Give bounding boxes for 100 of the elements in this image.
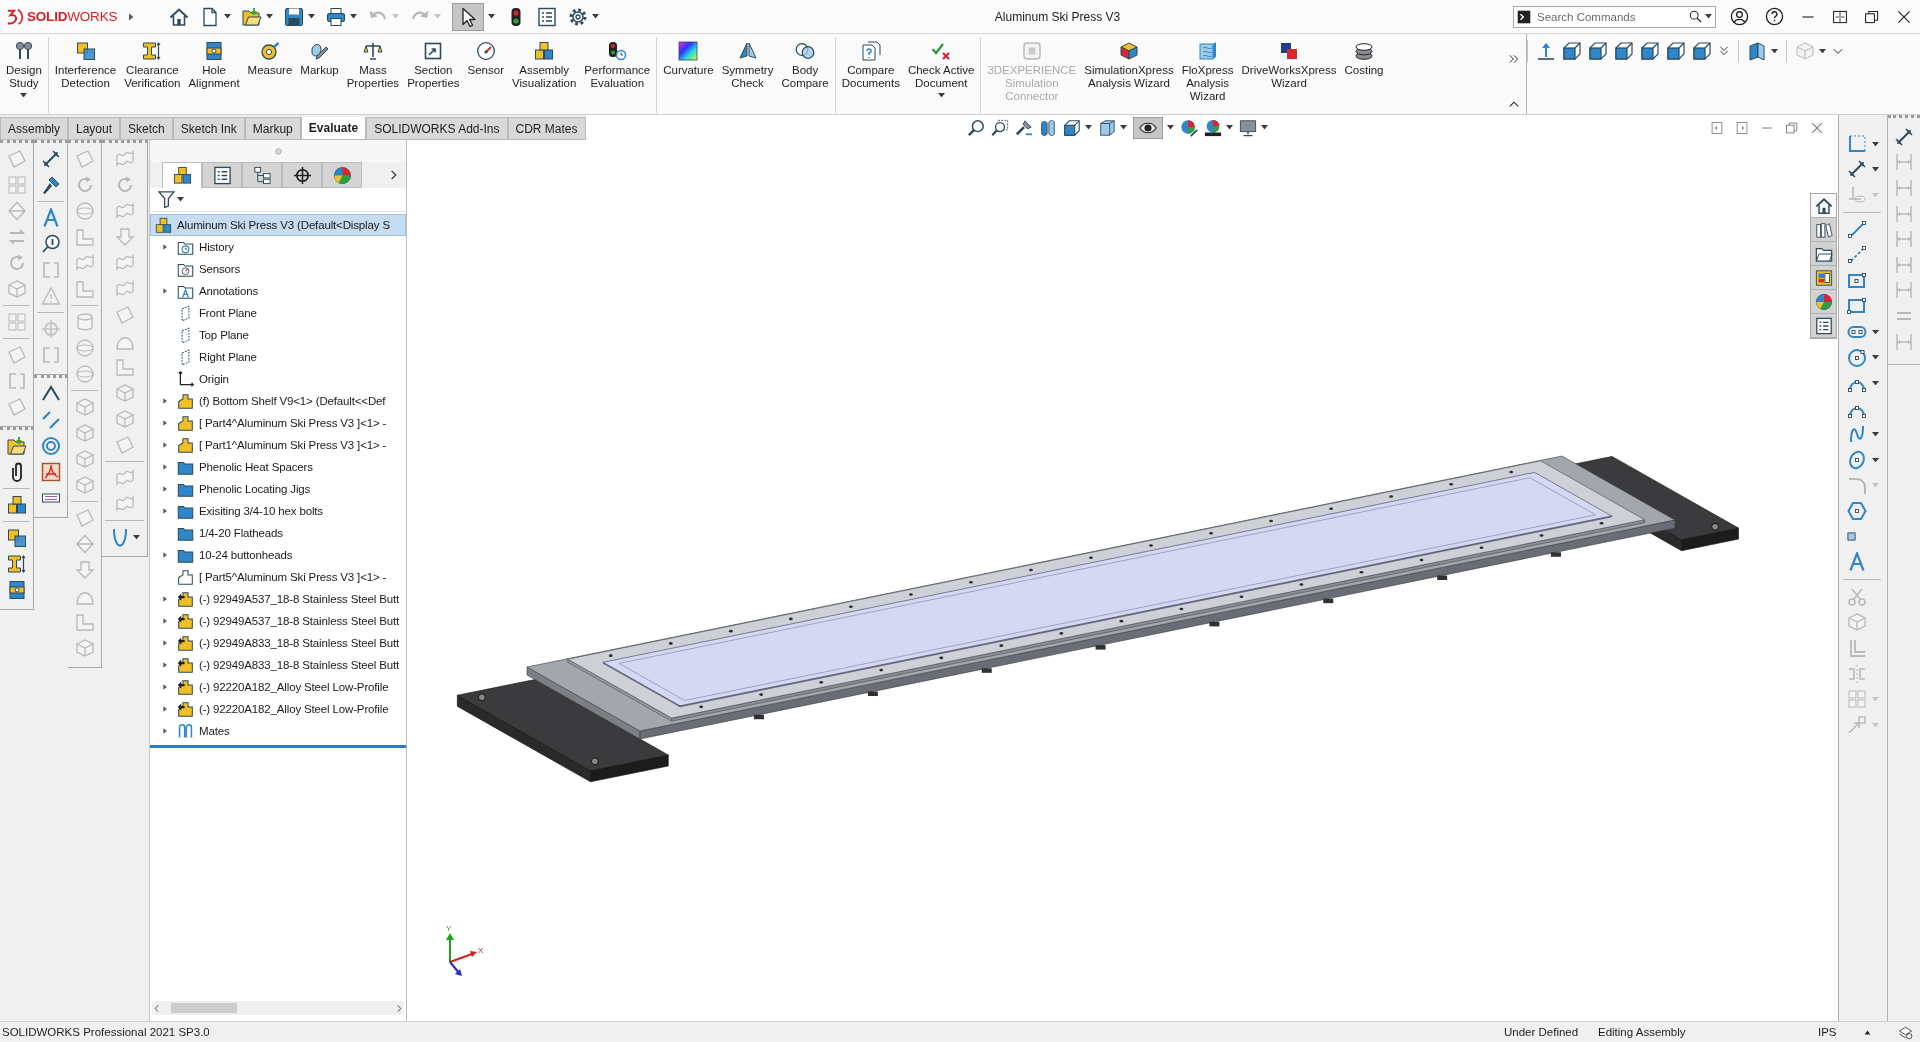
tree-item[interactable]: [ Part4^Aluminum Ski Press V3 ]<1> -	[150, 412, 390, 434]
tree-item[interactable]: 1/4-20 Flatheads	[150, 522, 286, 544]
scrollbar-thumb[interactable]	[171, 1003, 237, 1013]
tree-item[interactable]: (-) 92220A182_Alloy Steel Low-Profile	[150, 698, 392, 720]
command-tab[interactable]: Assembly	[0, 117, 68, 140]
caret-down-icon[interactable]	[488, 14, 495, 19]
command-button[interactable]: Compare Documents	[837, 37, 904, 113]
balloon-icon[interactable]	[40, 234, 61, 254]
triangle-right-icon[interactable]	[161, 485, 169, 493]
command-button[interactable]: DriveWorksXpress Wizard	[1237, 37, 1341, 113]
cube-solid-icon[interactable]	[1098, 118, 1117, 137]
sketch-corner-icon[interactable]	[1847, 133, 1867, 154]
account-icon[interactable]	[1730, 7, 1749, 26]
command-button[interactable]: SimulationXpress Analysis Wizard	[1080, 37, 1178, 113]
caret-down-icon[interactable]	[132, 534, 140, 540]
expand-icon[interactable]	[1832, 8, 1848, 25]
cube-view-icon[interactable]	[1063, 118, 1082, 137]
cube-view-icon[interactable]	[1588, 41, 1608, 61]
caret-down-icon[interactable]	[1872, 432, 1879, 437]
caret-down-icon[interactable]	[1261, 125, 1269, 130]
cube-view-icon[interactable]	[1614, 41, 1634, 61]
tree-item[interactable]: Sensors	[150, 258, 244, 280]
tree-item[interactable]: Front Plane	[150, 302, 260, 324]
caret-down-icon[interactable]	[1085, 125, 1093, 130]
caret-down-icon[interactable]	[1872, 329, 1879, 335]
caret-down-icon[interactable]	[1872, 167, 1879, 172]
triangle-right-icon[interactable]	[161, 727, 169, 735]
gear-icon[interactable]	[568, 6, 588, 27]
select-button[interactable]	[452, 2, 484, 31]
tree-item[interactable]: [ Part5^Aluminum Ski Press V3 ]<1> -	[150, 566, 390, 588]
task-pane-tab[interactable]	[1811, 194, 1836, 218]
double-chevron-right-icon[interactable]	[1508, 53, 1520, 65]
command-button[interactable]: Costing	[1340, 37, 1388, 113]
manager-tab[interactable]	[282, 162, 322, 188]
chevron-left-icon[interactable]	[152, 1003, 161, 1013]
ibeam-icon[interactable]	[6, 554, 27, 574]
command-button[interactable]: Measure	[243, 37, 297, 113]
command-button[interactable]: FloXpress Analysis Wizard	[1177, 37, 1238, 113]
manager-tab[interactable]	[242, 162, 282, 188]
command-tab[interactable]: Layout	[68, 117, 121, 140]
task-pane-tab[interactable]	[1811, 314, 1836, 338]
command-button[interactable]: Hole Alignment	[184, 37, 244, 113]
brush-icon[interactable]	[40, 175, 61, 195]
logo-icon[interactable]	[6, 7, 24, 26]
cube-view-icon[interactable]	[1562, 41, 1582, 61]
help-icon[interactable]	[1765, 7, 1784, 26]
circle-icon[interactable]	[1847, 347, 1867, 368]
close-icon[interactable]	[1896, 8, 1912, 25]
caret-down-icon[interactable]	[1872, 141, 1879, 146]
center-rect-icon[interactable]	[1847, 270, 1867, 291]
triangle-right-icon[interactable]	[161, 463, 169, 471]
caret-down-icon[interactable]	[177, 197, 184, 202]
floppy-icon[interactable]	[284, 6, 304, 27]
command-button[interactable]: Curvature	[659, 37, 718, 113]
page-icon[interactable]	[200, 6, 220, 27]
line-icon[interactable]	[1847, 219, 1867, 240]
tree-item[interactable]: Top Plane	[150, 324, 252, 346]
tree-item[interactable]: (-) 92949A833_18-8 Stainless Steel Butt	[150, 632, 402, 654]
monitor-icon[interactable]	[1239, 118, 1258, 137]
tree-item[interactable]: (-) 92949A537_18-8 Stainless Steel Butt	[150, 588, 402, 610]
cube-view-icon[interactable]	[1692, 41, 1712, 61]
tree-item[interactable]: Right Plane	[150, 346, 260, 368]
units-label[interactable]: IPS	[1818, 1026, 1837, 1038]
caret-down-icon[interactable]	[266, 14, 273, 19]
cube-view-icon[interactable]	[1666, 41, 1686, 61]
triangle-right-icon[interactable]	[161, 595, 169, 603]
caret-down-icon[interactable]	[1771, 48, 1778, 54]
ring-icon[interactable]	[40, 436, 61, 456]
filter-icon[interactable]	[158, 191, 175, 208]
tree-item[interactable]: Origin	[150, 368, 232, 390]
command-tab[interactable]: Sketch	[120, 117, 173, 140]
caret-down-icon[interactable]	[1872, 380, 1879, 386]
pdf-sheet-icon[interactable]	[40, 462, 61, 482]
triangle-right-icon[interactable]	[161, 683, 169, 691]
tree-item[interactable]: Phenolic Locating Jigs	[150, 478, 314, 500]
half-cylinders-icon[interactable]	[1039, 118, 1058, 137]
dimension-icon[interactable]	[40, 149, 61, 169]
command-button[interactable]: Performance Evaluation	[580, 37, 655, 113]
up-arrow-icon[interactable]	[1536, 41, 1556, 61]
view-toggle-button[interactable]	[1133, 116, 1164, 139]
tree-item[interactable]: 10-24 buttonheads	[150, 544, 296, 566]
command-button[interactable]: Check Active Document	[903, 37, 979, 113]
command-button[interactable]: Body Compare	[777, 37, 833, 113]
triangle-right-icon[interactable]	[161, 661, 169, 669]
command-button[interactable]: Design Study	[2, 37, 46, 113]
command-button[interactable]: Sensor	[463, 37, 508, 113]
tree-item[interactable]: Phenolic Heat Spacers	[150, 456, 316, 478]
polygon-icon[interactable]	[1847, 501, 1867, 522]
ellipse-icon[interactable]	[1847, 449, 1867, 470]
caret-up-icon[interactable]	[1864, 1028, 1871, 1036]
caret-down-icon[interactable]	[224, 14, 231, 19]
tree-item[interactable]: Mates	[150, 720, 233, 742]
command-button[interactable]: Symmetry Check	[717, 37, 778, 113]
cube-stack-icon[interactable]	[6, 495, 27, 515]
caret-down-icon[interactable]	[308, 14, 315, 19]
manager-tab[interactable]	[202, 162, 242, 188]
triangle-right-icon[interactable]	[126, 11, 136, 22]
command-button[interactable]: Interference Detection	[50, 37, 121, 113]
triangle-right-icon[interactable]	[161, 551, 169, 559]
tree-item[interactable]: (-) 92949A537_18-8 Stainless Steel Butt	[150, 610, 402, 632]
